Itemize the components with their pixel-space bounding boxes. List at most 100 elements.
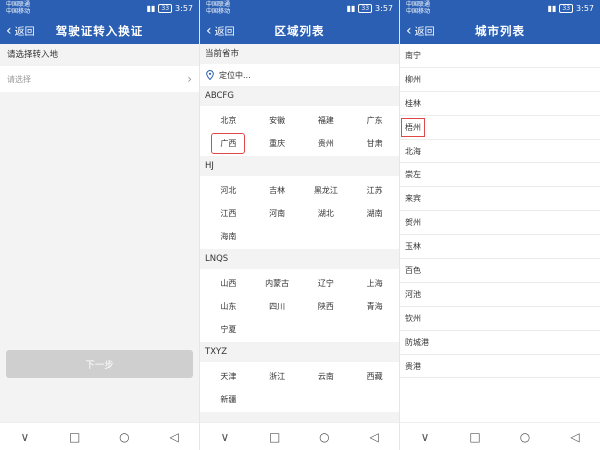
city-label: 桂林: [405, 98, 421, 108]
location-row[interactable]: 定位中...: [200, 64, 399, 86]
nav-home-icon[interactable]: ○: [510, 430, 540, 444]
nav-back-icon[interactable]: ◁: [359, 430, 389, 444]
header: 中国联通 中国移动 ▮▮ 33 3:57 ‹ 返回 城市列表: [400, 0, 600, 44]
header: 中国联通 中国移动 ▮▮ 33 3:57 ‹ 返回 区域列表: [200, 0, 399, 44]
province-label: 四川: [269, 302, 286, 311]
province-item[interactable]: 四川: [253, 295, 302, 318]
province-grid: 山西 内蒙古 辽宁 上海山东 四川 陕西 青海宁夏: [200, 269, 399, 342]
city-label: 北海: [405, 146, 421, 156]
carrier-2: 中国移动: [406, 8, 431, 15]
nav-home-icon[interactable]: ○: [109, 430, 139, 444]
city-item[interactable]: 玉林: [400, 235, 600, 260]
nav-home-icon[interactable]: ○: [309, 430, 339, 444]
city-item[interactable]: 来宾: [400, 187, 600, 212]
province-label: 广东: [366, 116, 383, 125]
clock: 3:57: [175, 3, 193, 13]
back-button[interactable]: ‹ 返回: [406, 17, 435, 44]
chevron-right-icon: ›: [187, 72, 192, 86]
province-item[interactable]: 湖北: [302, 202, 351, 225]
group-header: TXYZ: [200, 342, 399, 362]
province-item[interactable]: 贵州: [302, 132, 351, 155]
screen-region-list: 中国联通 中国移动 ▮▮ 33 3:57 ‹ 返回 区域列表 当前省市 定位中... A…: [200, 0, 400, 450]
province-item[interactable]: 黑龙江: [302, 179, 351, 202]
carrier-2: 中国移动: [6, 8, 31, 15]
city-item[interactable]: 贵港: [400, 355, 600, 379]
province-item[interactable]: 陕西: [302, 295, 351, 318]
province-label: 陕西: [317, 302, 334, 311]
province-item[interactable]: 辽宁: [302, 272, 351, 295]
province-item[interactable]: 安徽: [253, 109, 302, 132]
city-label: 贺州: [405, 218, 421, 228]
city-list: 南宁柳州桂林梧州北海崇左来宾贺州玉林 百色河池钦州防城港贵港: [400, 44, 600, 379]
city-label: 防城港: [405, 337, 429, 347]
province-item[interactable]: 江苏: [350, 179, 399, 202]
city-item[interactable]: 钦州: [400, 307, 600, 331]
province-label: 西藏: [366, 372, 383, 381]
city-item[interactable]: 北海: [400, 140, 600, 164]
province-label: 北京: [220, 116, 237, 125]
province-item[interactable]: 广西: [204, 132, 253, 155]
city-label: 柳州: [405, 74, 421, 84]
back-button[interactable]: ‹ 返回: [206, 17, 235, 44]
province-item[interactable]: 青海: [350, 295, 399, 318]
province-label: 山东: [220, 302, 237, 311]
page-title: 驾驶证转入换证: [55, 23, 144, 38]
city-label: 河池: [405, 289, 421, 299]
clock: 3:57: [576, 3, 594, 13]
city-item[interactable]: 桂林: [400, 92, 600, 116]
back-button[interactable]: ‹ 返回: [6, 17, 35, 44]
province-item[interactable]: 江西: [204, 202, 253, 225]
carrier-2: 中国移动: [206, 8, 231, 15]
city-item[interactable]: 崇左: [400, 163, 600, 188]
chevron-left-icon: ‹: [406, 22, 412, 39]
province-item[interactable]: 天津: [204, 365, 253, 388]
nav-down-icon[interactable]: ∨: [210, 430, 240, 444]
province-item[interactable]: 吉林: [253, 179, 302, 202]
province-label: 辽宁: [317, 279, 334, 288]
province-item[interactable]: 河南: [253, 202, 302, 225]
province-item[interactable]: 河北: [204, 179, 253, 202]
province-item[interactable]: 福建: [302, 109, 351, 132]
province-item[interactable]: 新疆: [204, 388, 253, 411]
city-item[interactable]: 柳州: [400, 68, 600, 92]
province-item[interactable]: 西藏: [350, 365, 399, 388]
city-item[interactable]: 百色: [400, 259, 600, 283]
nav-down-icon[interactable]: ∨: [410, 430, 440, 444]
province-item[interactable]: 重庆: [253, 132, 302, 155]
province-item[interactable]: 甘肃: [350, 132, 399, 155]
province-label: 河北: [220, 186, 237, 195]
province-item[interactable]: 内蒙古: [253, 272, 302, 295]
city-label: 来宾: [405, 194, 421, 204]
province-item[interactable]: 宁夏: [204, 318, 253, 341]
province-item[interactable]: 湖南: [350, 202, 399, 225]
province-label: 江苏: [366, 186, 383, 195]
city-label: 崇左: [405, 170, 421, 180]
nav-back-icon[interactable]: ◁: [560, 430, 590, 444]
next-button[interactable]: 下一步: [6, 350, 193, 378]
nav-down-icon[interactable]: ∨: [10, 430, 40, 444]
province-label: 天津: [220, 372, 237, 381]
nav-recent-icon[interactable]: □: [260, 430, 290, 444]
city-item[interactable]: 梧州: [400, 116, 600, 140]
province-label: 上海: [366, 279, 383, 288]
nav-recent-icon[interactable]: □: [460, 430, 490, 444]
province-grid: 天津 浙江 云南 西藏新疆: [200, 362, 399, 412]
province-item[interactable]: 山西: [204, 272, 253, 295]
province-item[interactable]: 北京: [204, 109, 253, 132]
locating-text: 定位中...: [219, 70, 251, 80]
city-item[interactable]: 南宁: [400, 44, 600, 68]
region-select[interactable]: 请选择 ›: [0, 66, 199, 92]
province-item[interactable]: 上海: [350, 272, 399, 295]
city-item[interactable]: 河池: [400, 283, 600, 307]
chevron-left-icon: ‹: [206, 22, 212, 39]
nav-recent-icon[interactable]: □: [60, 430, 90, 444]
province-item[interactable]: 海南: [204, 225, 253, 248]
province-item[interactable]: 广东: [350, 109, 399, 132]
city-item[interactable]: 防城港: [400, 331, 600, 355]
province-item[interactable]: 山东: [204, 295, 253, 318]
province-label: 海南: [220, 232, 237, 241]
nav-back-icon[interactable]: ◁: [159, 430, 189, 444]
province-item[interactable]: 云南: [302, 365, 351, 388]
city-item[interactable]: 贺州: [400, 211, 600, 236]
province-item[interactable]: 浙江: [253, 365, 302, 388]
